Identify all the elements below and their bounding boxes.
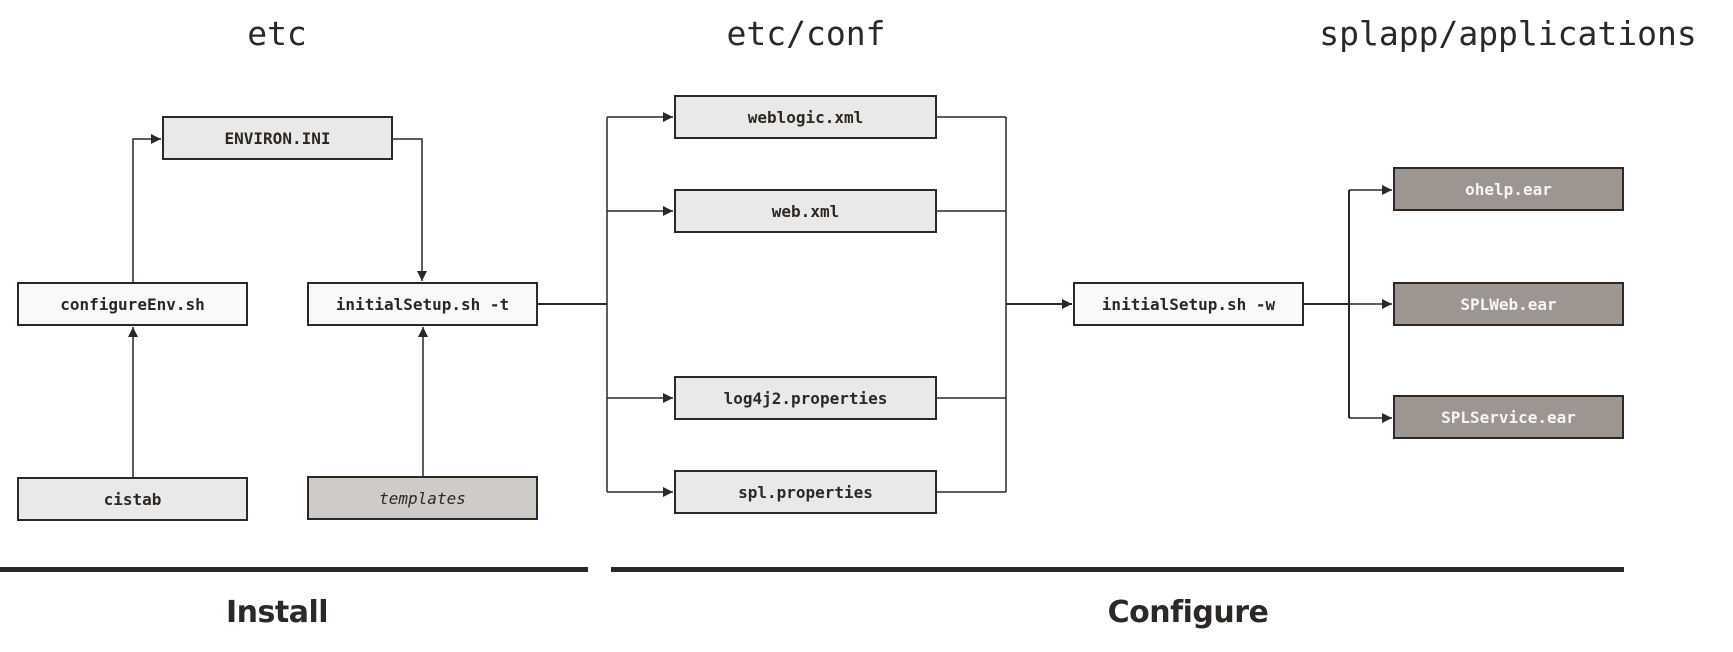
configure-phase-divider [611,567,1624,572]
node-ohelp-ear: ohelp.ear [1393,167,1624,211]
node-spl-properties: spl.properties [674,470,937,514]
arrow-configureenv-to-environ [132,134,161,282]
node-label: ohelp.ear [1465,179,1552,199]
node-splweb-ear: SPLWeb.ear [1393,282,1624,326]
node-templates: templates [307,476,538,520]
node-configure-env: configureEnv.sh [17,282,248,326]
node-initial-setup-t: initialSetup.sh -t [307,282,538,326]
node-environ-ini: ENVIRON.INI [162,116,393,160]
install-phase-divider [0,567,588,572]
node-label: templates [379,488,466,508]
node-label: ENVIRON.INI [224,128,331,148]
node-label: configureEnv.sh [60,294,205,314]
node-label: log4j2.properties [723,388,888,408]
arrow-environ-to-initialsetup-t [393,138,427,281]
node-weblogic-xml: weblogic.xml [674,95,937,139]
node-label: initialSetup.sh -t [335,294,510,314]
node-label: initialSetup.sh -w [1101,294,1276,314]
node-label: spl.properties [738,482,873,502]
node-label: cistab [103,489,162,509]
node-label: SPLWeb.ear [1460,294,1557,314]
phase-label-configure: Configure [1107,595,1269,630]
node-label: web.xml [771,201,840,221]
node-label: weblogic.xml [747,107,864,127]
node-log4j2-properties: log4j2.properties [674,376,937,420]
node-splservice-ear: SPLService.ear [1393,395,1624,439]
node-web-xml: web.xml [674,189,937,233]
phase-label-install: Install [225,595,329,630]
node-label: SPLService.ear [1441,407,1576,427]
node-initial-setup-w: initialSetup.sh -w [1073,282,1304,326]
node-cistab: cistab [17,477,248,521]
